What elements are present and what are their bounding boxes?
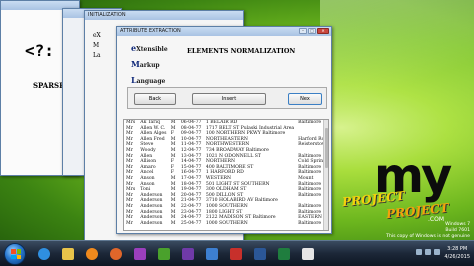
page-title: ELEMENTS NORMALIZATION xyxy=(187,47,296,55)
table-cell: 100 NORTHERN PKWY Baltimore xyxy=(205,131,286,137)
table-cell: Mr xyxy=(126,220,133,226)
taskbar-app-icon[interactable] xyxy=(274,244,294,264)
window-controls: – □ ✕ xyxy=(299,28,329,34)
init-menu-item: eX xyxy=(93,32,101,39)
table-cell: 09-04-77 xyxy=(180,131,202,137)
init-menu-item: M xyxy=(93,42,100,49)
windows-version: Windows 7 xyxy=(445,222,470,227)
button-group: Back Insert Nex xyxy=(127,87,327,109)
attribute-titlebar[interactable]: ATTRIBUTE EXTRACTION – □ ✕ xyxy=(117,27,331,36)
taskbar: 3:28 PM 4/26/2015 xyxy=(0,240,474,266)
taskbar-app-icon[interactable] xyxy=(298,244,318,264)
init-menu-item: La xyxy=(93,52,101,59)
taskbar-app-icon[interactable] xyxy=(130,244,150,264)
initialization-title: INITIALIZATION xyxy=(88,12,126,18)
taskbar-app-icon[interactable] xyxy=(154,244,174,264)
windows-logo-icon xyxy=(11,249,21,259)
table-cell: 17-04-77 xyxy=(180,175,202,181)
table-cell: 25-04-77 xyxy=(180,220,202,226)
network-icon[interactable] xyxy=(425,249,431,255)
xml-glyph: <?: xyxy=(25,41,54,60)
table-row[interactable]: Mr Anderson M 24-04-77 2122 MADISON ST Balti… xyxy=(124,215,328,221)
table-cell: 24-04-77 xyxy=(180,215,202,221)
xml-line: eXtensible xyxy=(131,43,168,53)
insert-button[interactable]: Insert xyxy=(192,93,266,105)
table-cell: M xyxy=(170,220,176,226)
windows-build: Build 7601 xyxy=(445,228,470,233)
table-cell: 14-04-77 xyxy=(180,159,202,165)
windows-genuine-notice: This copy of Windows is not genuine xyxy=(386,234,470,239)
scrollbar-thumb[interactable] xyxy=(325,128,328,168)
initialization-menu: eX M La xyxy=(93,31,101,61)
records-table: Mrs Ak Tariq M 06-04-77 1 BELAIR RD Baltimore… xyxy=(124,120,328,226)
taskbar-explorer-icon[interactable] xyxy=(58,244,78,264)
volume-icon[interactable] xyxy=(434,249,440,255)
close-icon[interactable]: ✕ xyxy=(317,28,329,34)
next-button[interactable]: Nex xyxy=(288,93,322,105)
taskbar-app-icon[interactable] xyxy=(226,244,246,264)
table-row[interactable]: Mrs Ak Tariq M 06-04-77 1 BELAIR RD Baltimore xyxy=(124,120,328,126)
initialization-titlebar[interactable]: INITIALIZATION xyxy=(85,11,243,20)
taskbar-firefox-icon[interactable] xyxy=(106,244,126,264)
table-cell: 19-04-77 xyxy=(180,187,202,193)
xml-line: Markup xyxy=(131,59,160,69)
taskbar-media-icon[interactable] xyxy=(82,244,102,264)
clock[interactable]: 3:28 PM 4/26/2015 xyxy=(444,245,470,261)
taskbar-word-icon[interactable] xyxy=(250,244,270,264)
vertical-scrollbar[interactable] xyxy=(323,120,328,230)
system-tray-icons xyxy=(416,249,440,255)
table-cell: 06-04-77 xyxy=(180,120,202,125)
table-cell: Anderson xyxy=(140,220,163,226)
minimize-icon[interactable]: – xyxy=(299,28,307,34)
start-button[interactable] xyxy=(4,243,26,265)
maximize-icon[interactable]: □ xyxy=(308,28,316,34)
table-cell: Allen Alges xyxy=(140,131,167,137)
table-row[interactable]: Mr Anderson M 22-04-77 1000 SOUTHERN Baltimor… xyxy=(124,204,328,210)
taskbar-app-icon[interactable] xyxy=(202,244,222,264)
table-row[interactable]: Mr Anderson M 25-04-77 1000 SOUTHERN Baltimor… xyxy=(124,221,328,227)
table-cell: 12-04-77 xyxy=(180,147,202,153)
xml-acronym: eXtensible Markup Language xyxy=(131,41,168,89)
clock-date: 4/26/2015 xyxy=(444,254,470,260)
attribute-extraction-window: ATTRIBUTE EXTRACTION – □ ✕ eXtensible Ma… xyxy=(116,26,332,234)
attribute-title: ATTRIBUTE EXTRACTION xyxy=(120,28,181,34)
flag-icon[interactable] xyxy=(416,249,422,255)
table-cell: 22-04-77 xyxy=(180,203,202,209)
records-table-panel: Mrs Ak Tariq M 06-04-77 1 BELAIR RD Baltimore… xyxy=(123,119,329,231)
clock-time: 3:28 PM xyxy=(447,246,468,252)
back-button[interactable]: Back xyxy=(134,93,176,105)
logo-com-text: .COM xyxy=(428,216,444,223)
taskbar-ie-icon[interactable] xyxy=(34,244,54,264)
table-row[interactable]: Mr Anson M 17-04-77 WESTERN Mount xyxy=(124,176,328,182)
taskbar-vs-icon[interactable] xyxy=(178,244,198,264)
table-cell: 1000 SOUTHERN xyxy=(205,220,248,226)
table-row[interactable]: Mr Allison F 14-04-77 NORTHERN Cold Spring xyxy=(124,159,328,165)
